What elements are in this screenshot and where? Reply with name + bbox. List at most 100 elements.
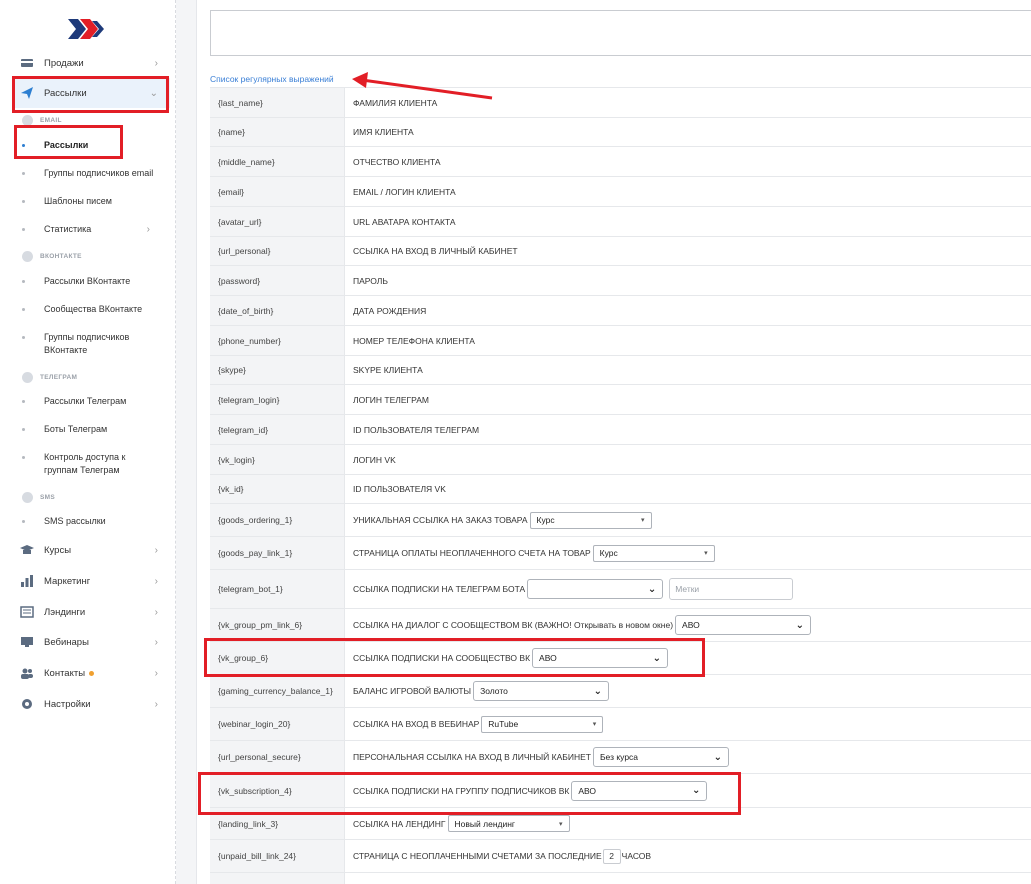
variable-name[interactable]: {telegram_bot_1}	[210, 570, 345, 608]
table-row	[210, 873, 1031, 884]
sidebar-subitem-label: Статистика	[44, 224, 92, 234]
sidebar-item-marketing[interactable]: Маркетинг ›	[14, 566, 170, 596]
hours-input[interactable]: 2	[602, 848, 621, 864]
variable-name[interactable]: {vk_group_pm_link_6}	[210, 609, 345, 641]
desc-text: ССЫЛКА НА ЛЕНДИНГ	[353, 818, 446, 829]
message-textarea[interactable]	[210, 10, 1031, 56]
sidebar-subitem[interactable]: Сообщества ВКонтакте	[22, 303, 172, 316]
variable-name[interactable]: {goods_ordering_1}	[210, 504, 345, 536]
variable-name[interactable]: {middle_name}	[210, 147, 345, 176]
vk-community-select[interactable]: АВО ⌄	[532, 648, 669, 668]
bullet-icon	[22, 228, 25, 231]
sidebar-subitem[interactable]: Рассылки	[22, 139, 172, 152]
bot-select[interactable]: ⌄	[527, 579, 664, 599]
vk-icon	[22, 251, 33, 262]
sidebar-item-label: Лэндинги	[44, 606, 86, 618]
chevron-down-icon: ⌄	[593, 685, 603, 697]
variable-name[interactable]	[210, 873, 345, 884]
variable-name[interactable]: {url_personal}	[210, 237, 345, 265]
variable-name[interactable]: {landing_link_3}	[210, 808, 345, 839]
webinar-select[interactable]: RuTube ▾	[481, 715, 604, 733]
caret-down-icon: ▾	[704, 550, 708, 557]
variable-name[interactable]: {telegram_login}	[210, 385, 345, 414]
regex-list-link[interactable]: Список регулярных выражений	[210, 74, 334, 84]
variable-name[interactable]: {unpaid_bill_link_24}	[210, 840, 345, 872]
subscriber-group-select[interactable]: АВО ⌄	[571, 780, 708, 801]
chevron-down-icon: ⌄	[149, 87, 158, 99]
sidebar-item-label: Контакты	[44, 667, 86, 679]
desc-text: ССЫЛКА НА ВХОД В ВЕБИНАР	[353, 719, 480, 729]
sidebar-item-label: Продажи	[44, 57, 84, 69]
sidebar-subitem[interactable]: Рассылки Телеграм	[22, 395, 172, 408]
desc-text: ССЫЛКА НА ДИАЛОГ С СООБЩЕСТВОМ ВК (ВАЖНО…	[353, 620, 674, 630]
variable-name[interactable]: {gaming_currency_balance_1}	[210, 675, 345, 707]
desc-text: ССЫЛКА ПОДПИСКИ НА ТЕЛЕГРАМ БОТА	[353, 584, 526, 594]
sidebar-item-settings[interactable]: Настройки ›	[14, 689, 170, 719]
variable-name[interactable]: {email}	[210, 177, 345, 206]
select-value: Курс	[536, 515, 555, 525]
variable-desc: URL АВАТАРА КОНТАКТА	[353, 216, 456, 227]
send-icon	[21, 87, 33, 99]
sidebar-item-webinars[interactable]: Вебинары ›	[14, 627, 170, 657]
variable-name[interactable]: {vk_subscription_4}	[210, 774, 345, 807]
section-vk: ВКОНТАКТЕ	[22, 251, 82, 262]
variable-desc: ССЫЛКА ПОДПИСКИ НА СООБЩЕСТВО ВК АВО ⌄	[353, 642, 1031, 674]
telegram-icon	[22, 372, 33, 383]
variable-name[interactable]: {last_name}	[210, 88, 345, 117]
sidebar-item-sales[interactable]: Продажи ›	[14, 48, 170, 78]
course-select[interactable]: Без курса ⌄	[592, 747, 729, 767]
variable-name[interactable]: {goods_pay_link_1}	[210, 537, 345, 569]
sidebar-subitem[interactable]: SMS рассылки	[22, 515, 172, 528]
variable-desc: ПАРОЛЬ	[353, 275, 388, 286]
variable-name[interactable]: {avatar_url}	[210, 207, 345, 236]
logo-icon[interactable]	[66, 17, 106, 41]
product-select[interactable]: Курс ▾	[529, 511, 652, 529]
sidebar-item-contacts[interactable]: Контакты ›	[14, 658, 170, 688]
variable-name[interactable]: {vk_group_6}	[210, 642, 345, 674]
sidebar-subitem[interactable]: Группы подписчиков email	[22, 167, 172, 180]
variable-name[interactable]: {phone_number}	[210, 326, 345, 355]
desc-text: ПЕРСОНАЛЬНАЯ ССЫЛКА НА ВХОД В ЛИЧНЫЙ КАБ…	[353, 752, 591, 762]
sidebar-subitem[interactable]: Статистика ›	[22, 223, 172, 236]
variable-name[interactable]: {telegram_id}	[210, 415, 345, 444]
currency-select[interactable]: Золото ⌄	[473, 681, 610, 701]
variable-name[interactable]: {skype}	[210, 356, 345, 384]
table-row: {unpaid_bill_link_24} СТРАНИЦА С НЕОПЛАЧ…	[210, 840, 1031, 873]
sidebar: Продажи › Рассылки ⌄ EMAIL Рассылки Груп…	[0, 0, 176, 884]
sidebar-subitem[interactable]: Боты Телеграм	[22, 423, 172, 436]
variable-desc: УНИКАЛЬНАЯ ССЫЛКА НА ЗАКАЗ ТОВАРА Курс ▾	[353, 504, 1031, 536]
sidebar-subitem-label: Боты Телеграм	[44, 424, 108, 434]
sidebar-item-landings[interactable]: Лэндинги ›	[14, 597, 170, 627]
vk-community-select[interactable]: АВО ⌄	[675, 615, 812, 635]
sidebar-item-mailings[interactable]: Рассылки ⌄	[14, 78, 170, 108]
variable-name[interactable]: {name}	[210, 118, 345, 146]
variable-name[interactable]: {webinar_login_20}	[210, 708, 345, 740]
variable-name[interactable]: {date_of_birth}	[210, 296, 345, 325]
sidebar-subitem[interactable]: Шаблоны писем	[22, 195, 172, 208]
variable-name[interactable]: {vk_id}	[210, 475, 345, 503]
variable-name[interactable]: {url_personal_secure}	[210, 741, 345, 773]
variable-desc: ССЫЛКА НА ВХОД В ВЕБИНАР RuTube ▾	[353, 708, 1031, 740]
sidebar-item-courses[interactable]: Курсы ›	[14, 535, 170, 565]
select-value: АВО	[539, 653, 557, 663]
chat-icon	[22, 492, 33, 503]
bullet-icon	[22, 144, 25, 147]
sidebar-subitem[interactable]: Группы подписчиков ВКонтакте	[22, 331, 142, 357]
sidebar-subitem-label: Рассылки ВКонтакте	[44, 276, 131, 286]
page: Продажи › Рассылки ⌄ EMAIL Рассылки Груп…	[0, 0, 1031, 884]
landing-select[interactable]: Новый лендинг ▾	[447, 815, 570, 832]
gear-icon	[22, 699, 32, 709]
table-row: {goods_ordering_1} УНИКАЛЬНАЯ ССЫЛКА НА …	[210, 504, 1031, 537]
chevron-down-icon: ⌄	[647, 583, 657, 595]
variable-name[interactable]: {vk_login}	[210, 445, 345, 474]
variables-table: {last_name} ФАМИЛИЯ КЛИЕНТА {name} ИМЯ КЛИ…	[210, 87, 1031, 884]
sidebar-subitem[interactable]: Рассылки ВКонтакте	[22, 275, 172, 288]
variable-desc: ССЫЛКА НА ДИАЛОГ С СООБЩЕСТВОМ ВК (ВАЖНО…	[353, 609, 1031, 641]
variable-name[interactable]: {password}	[210, 266, 345, 295]
bullet-icon	[22, 400, 25, 403]
product-select[interactable]: Курс ▾	[592, 544, 715, 562]
variable-desc: ПЕРСОНАЛЬНАЯ ССЫЛКА НА ВХОД В ЛИЧНЫЙ КАБ…	[353, 741, 1031, 773]
sidebar-subitem[interactable]: Контроль доступа к группам Телеграм	[22, 451, 142, 477]
tags-input[interactable]: Метки	[669, 578, 794, 600]
sidebar-subitem-label: SMS рассылки	[44, 516, 106, 526]
